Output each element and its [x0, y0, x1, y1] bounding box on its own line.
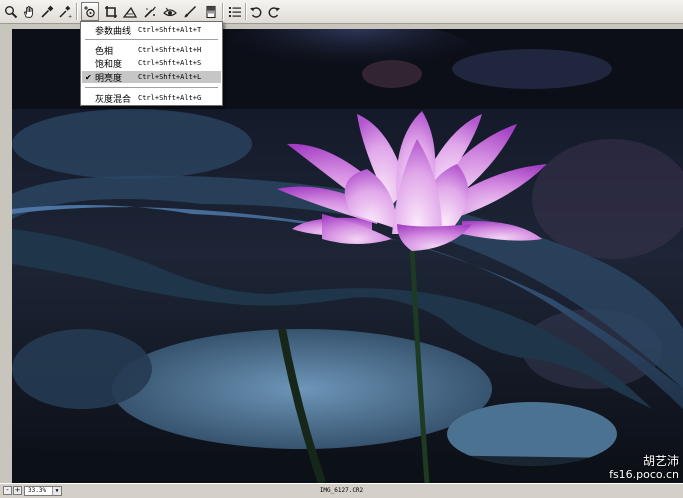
toolbar-separator — [222, 3, 224, 20]
hand-tool-button[interactable] — [20, 2, 38, 21]
menu-item-label: 饱和度 — [95, 59, 123, 70]
menu-item-shortcut: Ctrl+Shft+Alt+T — [138, 26, 202, 34]
target-adjust-icon — [84, 5, 95, 17]
magnifier-icon — [5, 5, 18, 18]
menu-item-parametric-curve[interactable]: 参数曲线 Ctrl+Shft+Alt+T — [82, 24, 221, 37]
file-name: IMG_6127.CR2 — [319, 487, 364, 494]
menu-item-shortcut: Ctrl+Shft+Alt+H — [138, 46, 202, 54]
color-sampler-icon: + — [59, 5, 72, 19]
watermark-site: fs16.poco.cn — [609, 468, 679, 481]
menu-item-hue[interactable]: 色相 Ctrl+Shft+Alt+H — [82, 44, 221, 57]
crop-icon — [105, 5, 117, 18]
menu-item-saturation[interactable]: 饱和度 Ctrl+Shft+Alt+S — [82, 57, 221, 70]
crop-tool-button[interactable] — [102, 2, 120, 21]
white-balance-tool-button[interactable] — [38, 2, 56, 21]
menu-item-luminance[interactable]: ✔ 明亮度 Ctrl+Shft+Alt+L — [82, 71, 221, 84]
checkmark-icon: ✔ — [85, 72, 92, 82]
hand-icon — [24, 5, 33, 18]
graduated-filter-icon — [206, 5, 216, 18]
spot-removal-tool-button[interactable] — [141, 2, 159, 21]
zoom-tool-button[interactable] — [2, 2, 20, 21]
adjustment-brush-tool-button[interactable] — [181, 2, 199, 21]
graduated-filter-tool-button[interactable] — [202, 2, 220, 21]
photo-watermark: 胡艺沛 fs16.poco.cn — [609, 454, 679, 481]
menu-item-grayscale-mix[interactable]: 灰度混合 Ctrl+Shft+Alt+G — [82, 92, 221, 105]
menu-item-shortcut: Ctrl+Shft+Alt+G — [138, 94, 202, 102]
eyedropper-icon — [41, 5, 54, 18]
list-icon — [229, 6, 241, 17]
preferences-tool-button[interactable] — [226, 2, 244, 21]
rotate-ccw-icon — [250, 6, 262, 18]
menu-item-label: 明亮度 — [95, 73, 123, 84]
straighten-icon — [123, 6, 137, 18]
menu-item-label: 色相 — [95, 46, 114, 57]
straighten-tool-button[interactable] — [121, 2, 139, 21]
menu-item-shortcut: Ctrl+Shft+Alt+L — [138, 73, 202, 81]
toolbar-separator — [76, 3, 78, 20]
red-eye-tool-button[interactable] — [161, 2, 179, 21]
menu-separator — [85, 87, 218, 89]
rotate-cw-icon — [268, 6, 280, 18]
menu-item-label: 灰度混合 — [95, 94, 132, 105]
red-eye-icon — [163, 7, 177, 16]
rotate-left-tool-button[interactable] — [247, 2, 265, 21]
menu-item-label: 参数曲线 — [95, 26, 132, 37]
targeted-adjustment-tool-button[interactable] — [81, 2, 99, 21]
rotate-right-tool-button[interactable] — [265, 2, 283, 21]
svg-text:+: + — [68, 14, 72, 19]
menu-item-shortcut: Ctrl+Shft+Alt+S — [138, 59, 202, 67]
brush-icon — [184, 5, 197, 17]
spot-removal-icon — [144, 6, 156, 18]
color-sampler-tool-button[interactable]: + — [56, 2, 74, 21]
status-bar: - + 33.3% ▼ IMG_6127.CR2 — [0, 483, 683, 498]
watermark-author: 胡艺沛 — [642, 454, 679, 468]
menu-separator — [85, 39, 218, 41]
targeted-adjustment-menu: 参数曲线 Ctrl+Shft+Alt+T 色相 Ctrl+Shft+Alt+H … — [80, 21, 223, 106]
